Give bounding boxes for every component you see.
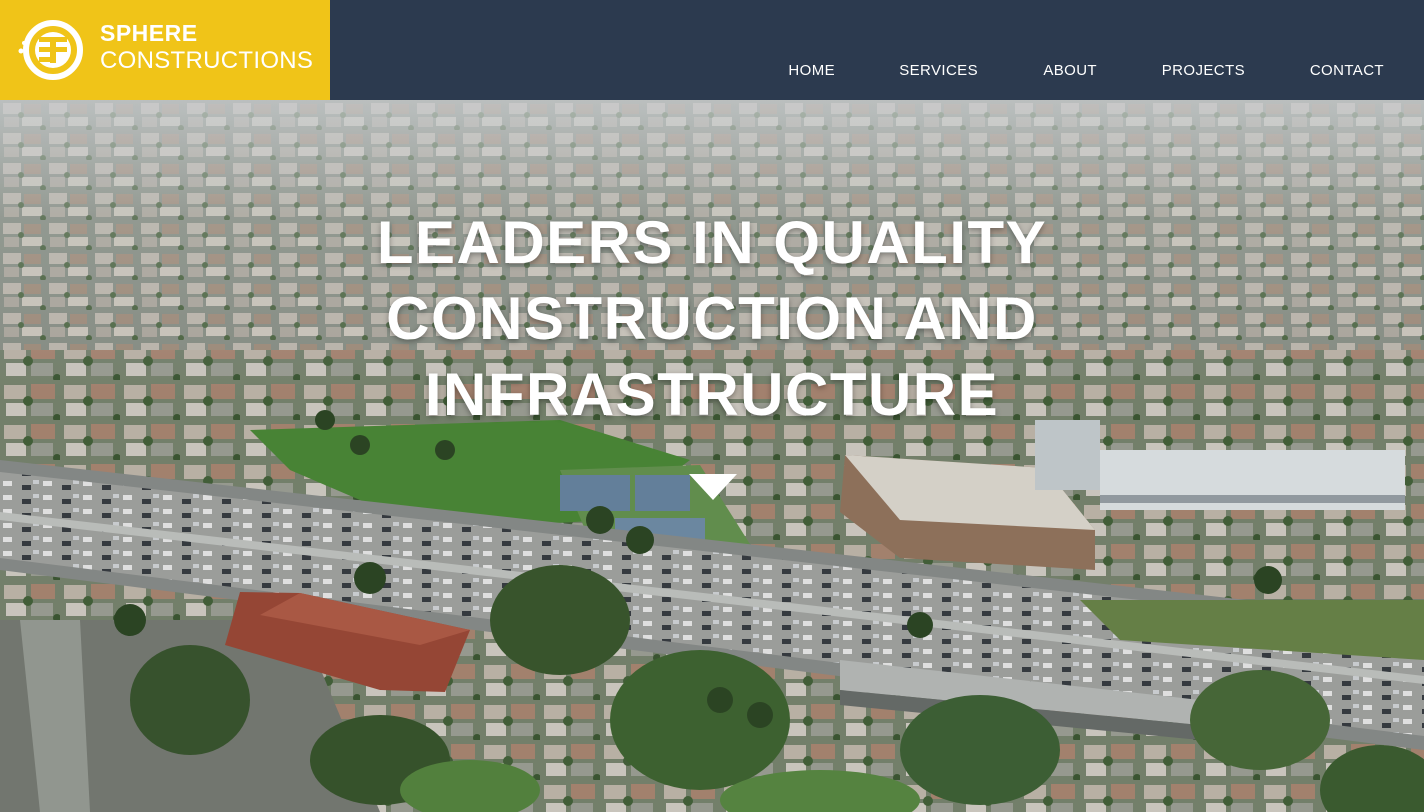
site-header: SPHERE CONSTRUCTIONS HOME SERVICES ABOUT… <box>0 0 1424 100</box>
nav-projects[interactable]: PROJECTS <box>1162 62 1245 79</box>
nav-home[interactable]: HOME <box>788 62 835 79</box>
chevron-down-icon[interactable] <box>689 474 737 500</box>
logo-text: SPHERE CONSTRUCTIONS <box>100 22 313 73</box>
hero-title-line1: LEADERS IN QUALITY <box>376 209 1048 276</box>
nav-services[interactable]: SERVICES <box>899 62 978 79</box>
page: SPHERE CONSTRUCTIONS HOME SERVICES ABOUT… <box>0 0 1424 812</box>
brand-name-line2: CONSTRUCTIONS <box>100 47 314 74</box>
nav-contact[interactable]: CONTACT <box>1310 62 1384 79</box>
sphere-logo-icon <box>18 20 83 80</box>
hero-title: LEADERS IN QUALITY CONSTRUCTION AND INFR… <box>0 205 1424 433</box>
nav-about[interactable]: ABOUT <box>1043 62 1097 79</box>
hero-title-line2: CONSTRUCTION AND <box>386 285 1038 352</box>
logo-link[interactable]: SPHERE CONSTRUCTIONS <box>0 0 330 100</box>
brand-name-line1: SPHERE <box>100 20 198 46</box>
hero-title-line3: INFRASTRUCTURE <box>424 361 1000 428</box>
